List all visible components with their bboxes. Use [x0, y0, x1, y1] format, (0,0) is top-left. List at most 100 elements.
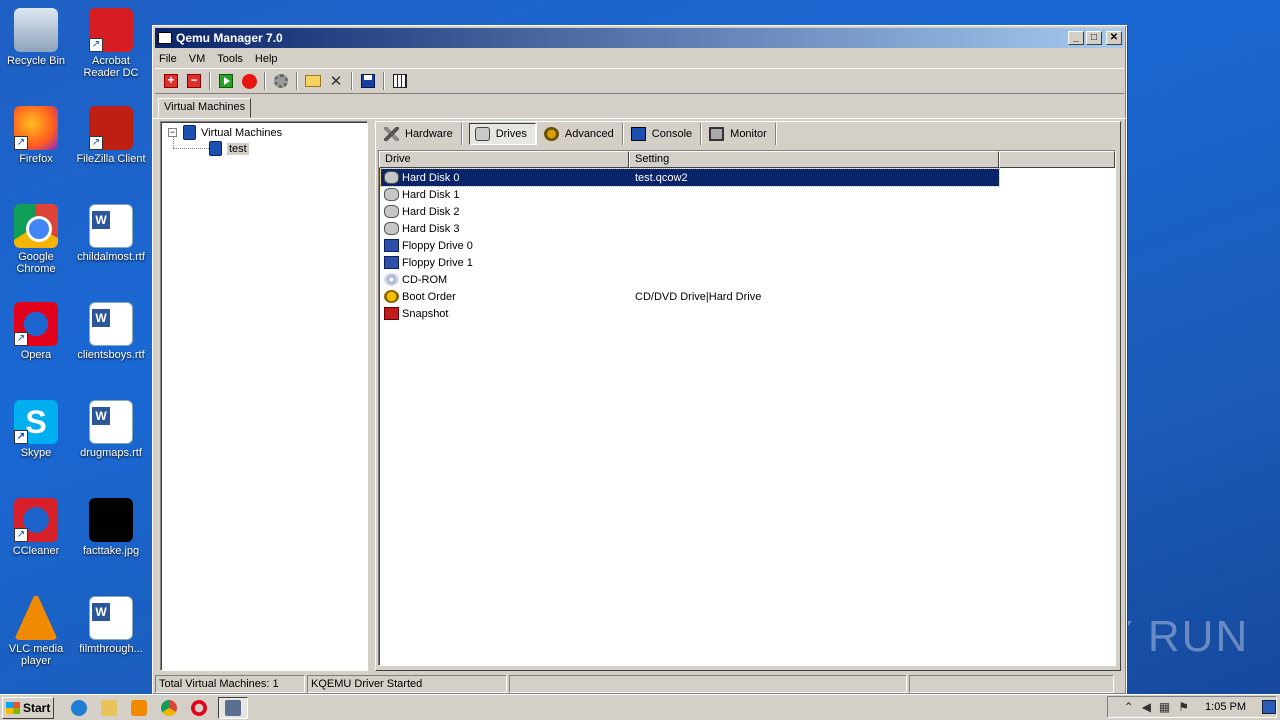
delete-vm-button[interactable]: −: [184, 72, 204, 90]
tab-monitor[interactable]: Monitor: [704, 123, 776, 145]
status-panel-4: [909, 675, 1114, 693]
desktop-icon-skype[interactable]: S ↗ Skype: [0, 400, 74, 459]
stop-vm-button[interactable]: [239, 72, 259, 90]
toolbar-separator: [383, 72, 385, 90]
desktop-icon-firefox[interactable]: ↗ Firefox: [0, 106, 74, 165]
tab-drives[interactable]: Drives: [468, 123, 536, 145]
vm-folder-icon: [183, 125, 196, 140]
close-button[interactable]: ✕: [1106, 31, 1122, 45]
menu-vm[interactable]: VM: [189, 53, 206, 65]
drives-list[interactable]: Drive Setting Hard Disk 0 test.qcow2 Har…: [378, 150, 1116, 666]
word-document-icon: [89, 204, 133, 248]
desktop-icon-clientsboys[interactable]: clientsboys.rtf: [73, 302, 149, 361]
start-vm-button[interactable]: [216, 72, 236, 90]
desktop-icon-ccleaner[interactable]: ↗ CCleaner: [0, 498, 74, 557]
drive-cell: Hard Disk 1: [381, 188, 631, 201]
desktop-icon-recycle-bin[interactable]: Recycle Bin: [0, 8, 74, 67]
taskbar-qemu-manager[interactable]: [218, 696, 248, 719]
list-item-floppy-drive-0[interactable]: Floppy Drive 0: [381, 237, 999, 254]
desktop-icon-vlc[interactable]: VLC media player: [0, 596, 74, 667]
configure-button[interactable]: [390, 72, 410, 90]
tab-advanced[interactable]: Advanced: [539, 123, 623, 145]
maximize-button[interactable]: □: [1086, 31, 1102, 45]
drive-label: Hard Disk 3: [402, 222, 460, 235]
menu-tools[interactable]: Tools: [217, 53, 243, 65]
recycle-bin-icon: [14, 8, 58, 52]
collapse-icon[interactable]: −: [168, 128, 177, 137]
taskbar-ie[interactable]: [68, 697, 90, 719]
qemu-manager-window[interactable]: Qemu Manager 7.0 _ □ ✕ File VM Tools Hel…: [152, 25, 1127, 695]
show-desktop-icon[interactable]: [1262, 700, 1276, 714]
start-button[interactable]: Start: [2, 696, 54, 719]
list-item-floppy-drive-1[interactable]: Floppy Drive 1: [381, 254, 999, 271]
desktop-icon-label: FileZilla Client: [76, 153, 146, 165]
menu-help[interactable]: Help: [255, 53, 278, 65]
desktop-icon-filezilla[interactable]: ↗ FileZilla Client: [73, 106, 149, 165]
drive-cell: Hard Disk 3: [381, 222, 631, 235]
drive-label: Floppy Drive 1: [402, 256, 473, 269]
taskbar-explorer[interactable]: [98, 697, 120, 719]
list-item-hard-disk-3[interactable]: Hard Disk 3: [381, 220, 999, 237]
vm-tree[interactable]: − Virtual Machines test: [160, 121, 368, 671]
list-item-hard-disk-0[interactable]: Hard Disk 0 test.qcow2: [380, 168, 1000, 187]
settings-button[interactable]: [271, 72, 291, 90]
clock[interactable]: 1:05 PM: [1205, 701, 1246, 713]
drive-label: Hard Disk 1: [402, 188, 460, 201]
desktop-icon-label: filmthrough...: [79, 643, 143, 655]
list-item-boot-order[interactable]: Boot Order CD/DVD Drive|Hard Drive: [381, 288, 999, 305]
volume-icon[interactable]: ◀: [1142, 700, 1151, 714]
column-header-drive[interactable]: Drive: [379, 151, 629, 168]
tab-label: Hardware: [405, 128, 453, 140]
taskbar-media-player[interactable]: [128, 697, 150, 719]
drive-cell: Floppy Drive 1: [381, 256, 631, 269]
desktop-icon-childalmost[interactable]: childalmost.rtf: [73, 204, 149, 263]
desktop-icon-drugmaps[interactable]: drugmaps.rtf: [73, 400, 149, 459]
tab-console[interactable]: Console: [626, 123, 702, 145]
drive-cell: CD-ROM: [381, 273, 631, 286]
list-item-snapshot[interactable]: Snapshot: [381, 305, 999, 322]
desktop-icon-label: Opera: [20, 349, 52, 361]
action-center-flag-icon[interactable]: ⚑: [1178, 700, 1189, 714]
desktop-icon-acrobat[interactable]: ↗ Acrobat Reader DC: [73, 8, 149, 79]
list-item-hard-disk-2[interactable]: Hard Disk 2: [381, 203, 999, 220]
folder-icon: [101, 699, 117, 716]
show-hidden-icons-icon[interactable]: ⌃: [1124, 700, 1134, 714]
desktop-icon-filmthrough[interactable]: filmthrough...: [73, 596, 149, 655]
windows-logo-icon: [6, 701, 20, 714]
tab-hardware[interactable]: Hardware: [379, 123, 462, 145]
app-icon: [158, 32, 172, 44]
taskbar-opera[interactable]: [188, 697, 210, 719]
save-button[interactable]: [358, 72, 378, 90]
toolbar-separator: [296, 72, 298, 90]
tab-virtual-machines[interactable]: Virtual Machines: [158, 98, 252, 118]
desktop-icon-opera[interactable]: ↗ Opera: [0, 302, 74, 361]
tools-button[interactable]: ✕: [326, 72, 346, 90]
desktop-icon-chrome[interactable]: Google Chrome: [0, 204, 74, 275]
vlc-icon: [14, 596, 58, 640]
desktop-icon-facttake[interactable]: facttake.jpg: [73, 498, 149, 557]
list-item-hard-disk-1[interactable]: Hard Disk 1: [381, 186, 999, 203]
hard-disk-icon: [384, 171, 399, 184]
title-bar[interactable]: Qemu Manager 7.0 _ □ ✕: [155, 28, 1124, 48]
minimize-button[interactable]: _: [1068, 31, 1084, 45]
open-button[interactable]: [303, 72, 323, 90]
system-tray: ⌃ ◀ ▦ ⚑ 1:05 PM: [1107, 696, 1277, 718]
new-vm-button[interactable]: +: [161, 72, 181, 90]
tree-item-label: Virtual Machines: [201, 126, 283, 139]
configure-icon: [393, 74, 407, 88]
taskbar-chrome[interactable]: [158, 697, 180, 719]
filezilla-icon: ↗: [89, 106, 133, 150]
opera-icon: ↗: [14, 302, 58, 346]
word-document-icon: [89, 400, 133, 444]
network-icon[interactable]: ▦: [1159, 700, 1170, 714]
tree-connector: [173, 148, 209, 149]
drive-label: Hard Disk 2: [402, 205, 460, 218]
tree-item-test[interactable]: test: [209, 141, 249, 156]
desktop-icon-label: Firefox: [19, 153, 53, 165]
list-item-cd-rom[interactable]: CD-ROM: [381, 271, 999, 288]
column-header-setting[interactable]: Setting: [629, 151, 999, 168]
menu-file[interactable]: File: [159, 53, 177, 65]
snapshot-icon: [384, 307, 399, 320]
drive-label: Boot Order: [402, 290, 456, 303]
tree-item-virtual-machines[interactable]: − Virtual Machines: [168, 125, 282, 140]
